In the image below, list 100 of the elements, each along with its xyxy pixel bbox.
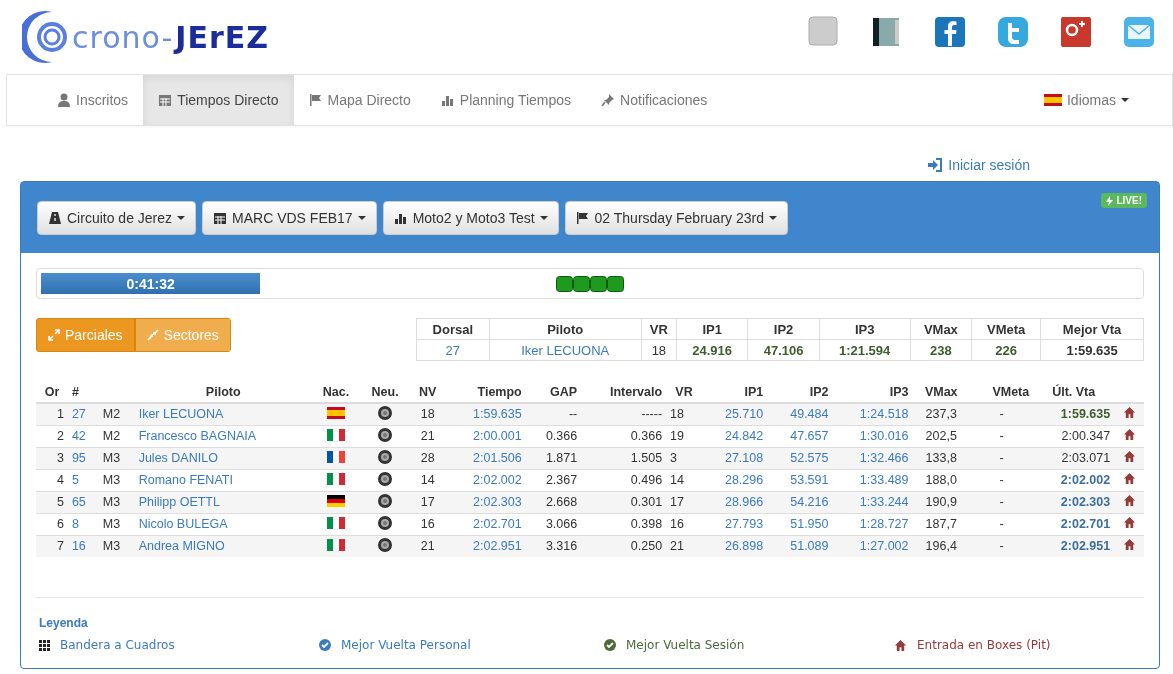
flag-icon bbox=[327, 450, 346, 463]
table-cell: - bbox=[969, 469, 1034, 491]
table-cell: 188,0 bbox=[912, 469, 970, 491]
table-cell: 51.089 bbox=[767, 535, 833, 557]
table-cell: 187,7 bbox=[912, 513, 970, 535]
table-cell[interactable]: Nicolo BULEGA bbox=[134, 513, 312, 535]
table-cell: 28.966 bbox=[701, 491, 768, 513]
table-cell: 2 bbox=[36, 425, 68, 447]
legend-label: Mejor Vuelta Personal bbox=[341, 638, 471, 652]
dropdown-button[interactable]: Circuito de Jerez bbox=[37, 200, 197, 235]
table-cell[interactable]: 27 bbox=[416, 339, 490, 361]
table-cell: ----- bbox=[581, 403, 667, 425]
table-cell[interactable]: 42 bbox=[67, 425, 99, 447]
table-cell: 47.657 bbox=[767, 425, 833, 447]
dropdown-button[interactable]: MARC VDS FEB17 bbox=[202, 200, 377, 235]
nav-tab[interactable]: Notificaciones bbox=[586, 75, 723, 125]
house-icon bbox=[1122, 494, 1136, 507]
table-cell: M3 bbox=[98, 469, 135, 491]
table-cell: 2:02.701 bbox=[445, 513, 526, 535]
table-cell: 25.710 bbox=[701, 403, 768, 425]
table-cell: 54.216 bbox=[767, 491, 833, 513]
tyre-icon bbox=[378, 448, 393, 465]
login-link[interactable]: Iniciar sesión bbox=[927, 148, 1030, 181]
table-cell: 0.398 bbox=[581, 513, 667, 535]
table-cell: 1:59.635 bbox=[445, 403, 526, 425]
signal-lights-icon bbox=[556, 275, 624, 292]
table-cell[interactable]: Andrea MIGNO bbox=[134, 535, 312, 557]
twitter-icon[interactable] bbox=[997, 16, 1029, 48]
column-header: Piloto bbox=[489, 318, 642, 340]
table-cell[interactable]: 16 bbox=[67, 535, 99, 557]
table-cell[interactable]: 27 bbox=[67, 403, 99, 425]
view-toggle-button[interactable]: Parciales bbox=[36, 318, 135, 352]
table-cell: 18 bbox=[666, 403, 702, 425]
table-cell: 0.250 bbox=[581, 535, 667, 557]
table-cell: 2:02.303 bbox=[1033, 491, 1115, 513]
logo[interactable]: crono-JErEZ bbox=[22, 9, 275, 65]
check-circle-icon bbox=[604, 639, 616, 651]
house-icon bbox=[1122, 516, 1136, 529]
table-cell[interactable]: 8 bbox=[67, 513, 99, 535]
nav-tab[interactable]: Mapa Directo bbox=[293, 75, 426, 125]
table-cell: 53.591 bbox=[767, 469, 833, 491]
flag-icon bbox=[327, 516, 346, 529]
nav-tab[interactable]: Inscritos bbox=[42, 75, 144, 125]
table-cell: 24.842 bbox=[701, 425, 768, 447]
nav-tab[interactable]: Tiempos Directo bbox=[143, 75, 294, 125]
dropdown-button[interactable]: Moto2 y Moto3 Test bbox=[382, 200, 559, 235]
table-cell[interactable]: 95 bbox=[67, 447, 99, 469]
caret-icon bbox=[177, 215, 186, 220]
caret-icon bbox=[539, 215, 548, 220]
table-cell: 237,3 bbox=[912, 403, 970, 425]
table-cell[interactable]: Jules DANILO bbox=[134, 447, 312, 469]
caret-icon bbox=[357, 215, 366, 220]
language-menu[interactable]: Idiomas bbox=[1028, 75, 1144, 125]
column-header: VMax bbox=[910, 318, 972, 340]
table-cell[interactable]: Francesco BAGNAIA bbox=[134, 425, 312, 447]
table-cell: 226 bbox=[971, 339, 1041, 361]
table-cell: 14 bbox=[409, 469, 446, 491]
tyre-icon bbox=[378, 514, 393, 531]
table-cell: 26.898 bbox=[701, 535, 768, 557]
table-cell: - bbox=[969, 513, 1034, 535]
table-cell: 16 bbox=[666, 513, 702, 535]
table-cell[interactable]: Philipp OETTL bbox=[134, 491, 312, 513]
table-cell: - bbox=[969, 535, 1034, 557]
table-cell: 0.366 bbox=[525, 425, 582, 447]
facebook-icon[interactable] bbox=[934, 16, 966, 48]
table-cell[interactable]: Iker LECUONA bbox=[134, 403, 312, 425]
flag-icon bbox=[327, 428, 346, 441]
table-cell: 2:00.347 bbox=[1033, 425, 1115, 447]
table-cell: 16 bbox=[409, 513, 446, 535]
table-cell: 1:33.244 bbox=[832, 491, 913, 513]
nav-tab[interactable]: Planning Tiempos bbox=[425, 75, 587, 125]
table-cell: 5 bbox=[36, 491, 68, 513]
column-header: VR bbox=[641, 318, 677, 340]
table-cell[interactable]: Iker LECUONA bbox=[489, 339, 642, 361]
table-cell[interactable]: Romano FENATI bbox=[134, 469, 312, 491]
google-plus-icon[interactable] bbox=[1060, 16, 1092, 48]
table-cell: 27.793 bbox=[701, 513, 768, 535]
table-cell: 1:28.727 bbox=[832, 513, 913, 535]
table-cell: M2 bbox=[98, 403, 135, 425]
table-cell: 1:32.466 bbox=[832, 447, 913, 469]
check-circle-icon bbox=[319, 639, 331, 651]
table-cell: 1:27.002 bbox=[832, 535, 913, 557]
column-header: Mejor Vta bbox=[1040, 318, 1144, 340]
house-icon bbox=[1122, 450, 1136, 463]
table-cell: 2.367 bbox=[525, 469, 582, 491]
table-cell: 19 bbox=[666, 425, 702, 447]
table-cell: 196,4 bbox=[912, 535, 970, 557]
user-icon bbox=[57, 93, 71, 107]
table-cell: 190,9 bbox=[912, 491, 970, 513]
flag-icon bbox=[327, 406, 346, 419]
table-cell: 6 bbox=[36, 513, 68, 535]
table-cell[interactable]: 5 bbox=[67, 469, 99, 491]
dropdown-button[interactable]: 02 Thursday February 23rd bbox=[564, 200, 788, 235]
table-cell: 1:59.635 bbox=[1033, 403, 1115, 425]
table-cell: 2:02.002 bbox=[1033, 469, 1115, 491]
table-cell: 1 bbox=[36, 403, 68, 425]
house-icon bbox=[894, 638, 907, 652]
table-cell: 17 bbox=[409, 491, 446, 513]
table-cell[interactable]: 65 bbox=[67, 491, 99, 513]
table-cell: M3 bbox=[98, 513, 135, 535]
